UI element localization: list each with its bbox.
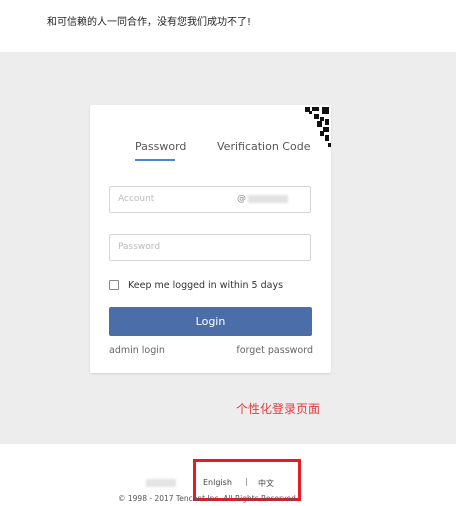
- copyright-text: © 1998 - 2017 Tencent Inc. All Rights Re…: [118, 494, 296, 503]
- custom-page-note: 个性化登录页面: [236, 402, 321, 416]
- keep-logged-in-checkbox[interactable]: [109, 280, 119, 290]
- keep-logged-in-label[interactable]: Keep me logged in within 5 days: [128, 280, 283, 291]
- login-button[interactable]: Login: [109, 307, 312, 336]
- password-placeholder: Password: [118, 242, 161, 252]
- password-input[interactable]: Password: [109, 234, 311, 261]
- account-placeholder: Account: [118, 194, 155, 204]
- account-input[interactable]: Account @: [109, 186, 311, 213]
- tab-password[interactable]: Password: [135, 140, 186, 153]
- redacted-footer-text: [146, 479, 176, 487]
- account-domain-suffix: @: [237, 187, 288, 212]
- forget-password-link[interactable]: forget password: [236, 345, 313, 356]
- slogan-text: 和可信赖的人一同合作，没有您我们成功不了!: [47, 17, 252, 28]
- login-card: Password Verification Code Account @ Pas…: [90, 105, 331, 373]
- top-bar: 和可信赖的人一同合作，没有您我们成功不了!: [0, 0, 456, 52]
- tab-verification-code[interactable]: Verification Code: [217, 140, 310, 153]
- admin-login-link[interactable]: admin login: [109, 345, 165, 356]
- redacted-domain: [248, 194, 288, 203]
- active-tab-indicator: [135, 159, 175, 161]
